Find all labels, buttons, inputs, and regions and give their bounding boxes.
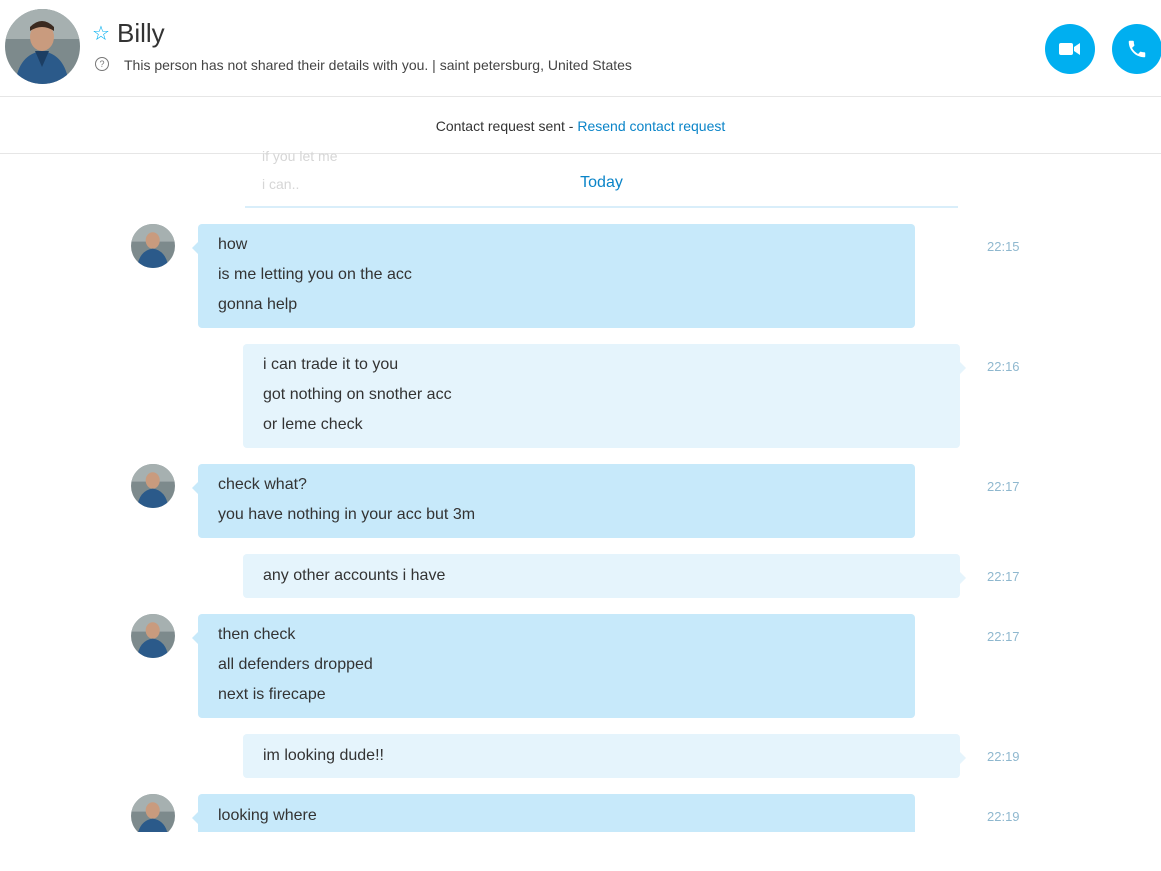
phone-icon: [1128, 40, 1146, 58]
message-bubble-outgoing[interactable]: i can trade it to you got nothing on sno…: [243, 344, 966, 448]
message-line: is me letting you on the acc: [218, 266, 412, 283]
message-line: i can trade it to you: [263, 356, 399, 373]
message-bubble-incoming[interactable]: how is me letting you on the acc gonna h…: [192, 224, 915, 328]
message-line: next is firecape: [218, 686, 326, 703]
message-bubble-outgoing[interactable]: any other accounts i have: [243, 554, 966, 598]
message-bubble-incoming[interactable]: looking where: [192, 794, 915, 832]
message-timestamp: 22:17: [987, 569, 1020, 584]
message-timestamp: 22:15: [987, 239, 1020, 254]
message-line: or leme check: [263, 416, 363, 433]
sender-avatar[interactable]: [131, 794, 175, 832]
contact-avatar[interactable]: [5, 9, 80, 84]
message-timestamp: 22:16: [987, 359, 1020, 374]
video-call-button[interactable]: [1045, 24, 1095, 74]
message-line: looking where: [218, 807, 317, 824]
message-line: how: [218, 236, 248, 253]
contact-name: Billy: [117, 18, 165, 48]
message-line: gonna help: [218, 296, 298, 313]
resend-contact-request-link[interactable]: Resend contact request: [577, 118, 725, 134]
sender-avatar[interactable]: [131, 464, 175, 508]
clipped-message-row: looking where 22:19: [0, 794, 1161, 832]
message-line: got nothing on snother acc: [263, 386, 452, 403]
message-line: any other accounts i have: [263, 567, 446, 584]
question-icon[interactable]: ?: [95, 57, 109, 71]
message-line: im looking dude!!: [263, 747, 384, 764]
contact-request-banner: Contact request sent - Resend contact re…: [0, 97, 1161, 154]
message-line: you have nothing in your acc but 3m: [218, 506, 476, 523]
message-line: all defenders dropped: [218, 656, 373, 673]
message-bubble-outgoing[interactable]: im looking dude!!: [243, 734, 966, 778]
video-camera-icon: [1059, 43, 1080, 55]
sender-avatar[interactable]: [131, 614, 175, 658]
message-line: check what?: [218, 476, 307, 493]
message-bubble-incoming[interactable]: then check all defenders dropped next is…: [192, 614, 915, 718]
favorite-star-icon[interactable]: ☆: [92, 24, 110, 44]
message-timestamp: 22:19: [987, 809, 1020, 824]
audio-call-button[interactable]: [1112, 24, 1161, 74]
date-divider: Today: [245, 160, 958, 208]
message-line: then check: [218, 626, 296, 643]
message-timestamp: 22:19: [987, 749, 1020, 764]
chat-header: ☆ Billy ? This person has not shared the…: [0, 0, 1161, 97]
message-timestamp: 22:17: [987, 629, 1020, 644]
message-bubble-incoming[interactable]: check what? you have nothing in your acc…: [192, 464, 915, 538]
banner-text: Contact request sent -: [435, 118, 578, 134]
contact-status: This person has not shared their details…: [124, 57, 632, 73]
message-timestamp: 22:17: [987, 479, 1020, 494]
sender-avatar[interactable]: [131, 224, 175, 268]
